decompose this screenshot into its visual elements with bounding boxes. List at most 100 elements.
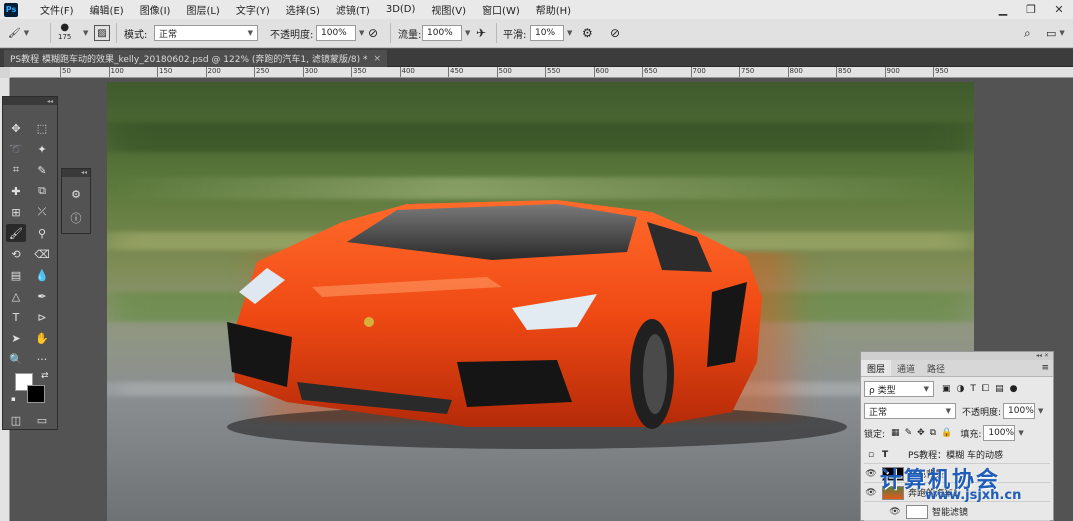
menu-filter[interactable]: 滤镜(T) bbox=[328, 2, 378, 17]
dodge-tool-icon[interactable]: △ bbox=[6, 287, 26, 305]
menu-layer[interactable]: 图层(L) bbox=[178, 2, 227, 17]
lock-transparent-icon[interactable]: ▦ bbox=[891, 428, 900, 438]
filter-toggle-icon[interactable]: ● bbox=[1010, 384, 1018, 394]
menu-type[interactable]: 文字(Y) bbox=[228, 2, 278, 17]
close-tab-icon[interactable]: × bbox=[373, 54, 381, 64]
chevron-down-icon[interactable]: ▼ bbox=[80, 25, 88, 41]
toolbox-header[interactable]: ◂◂ bbox=[3, 97, 57, 105]
minimize-icon[interactable]: ▁ bbox=[989, 0, 1017, 19]
flow-dropdown[interactable]: ▼ bbox=[462, 25, 470, 41]
menu-3d[interactable]: 3D(D) bbox=[378, 4, 424, 15]
brush-tool-preset-icon[interactable]: 🖌 ▼ bbox=[8, 25, 29, 41]
brush-panel-icon[interactable]: ▨ bbox=[94, 25, 110, 41]
eraser-icon[interactable]: ⌫ bbox=[32, 245, 52, 263]
blur-tool-icon[interactable]: 💧 bbox=[32, 266, 52, 284]
pen-tool-icon[interactable]: ✒ bbox=[32, 287, 52, 305]
layer-opacity-dropdown[interactable]: ▼ bbox=[1038, 407, 1043, 415]
move-tool-icon[interactable]: ✥ bbox=[6, 119, 26, 137]
blend-mode-select[interactable]: 正常 ▼ bbox=[864, 403, 956, 419]
opacity-dropdown[interactable]: ▼ bbox=[356, 25, 364, 41]
screen-mode-icon[interactable]: ▭ bbox=[32, 411, 52, 429]
gear-icon[interactable]: ⚙ bbox=[582, 25, 593, 41]
flow-input[interactable]: 100% bbox=[422, 25, 462, 41]
eye-icon[interactable]: 👁 bbox=[888, 507, 902, 517]
menu-image[interactable]: 图像(I) bbox=[132, 2, 179, 17]
layer-opacity-input[interactable]: 100% bbox=[1003, 403, 1036, 419]
dock-header[interactable]: ◂◂ bbox=[62, 169, 90, 177]
lasso-tool-icon[interactable]: ➰ bbox=[6, 140, 26, 158]
smoothing-input[interactable]: 10% bbox=[530, 25, 564, 41]
eye-icon[interactable]: 👁 bbox=[864, 488, 878, 498]
search-icon[interactable]: ⌕ bbox=[1024, 25, 1031, 41]
panel-menu-icon[interactable]: ≡ bbox=[1041, 363, 1049, 373]
flow-value: 100% bbox=[427, 28, 453, 38]
adjustment-filter-icon[interactable]: ◑ bbox=[957, 384, 965, 394]
ruler-tick bbox=[690, 67, 692, 77]
fill-dropdown[interactable]: ▼ bbox=[1018, 429, 1023, 437]
layer-row[interactable]: 👁 智能滤镜 bbox=[864, 503, 1050, 521]
ruler-tick bbox=[836, 67, 837, 77]
visibility-empty[interactable]: ▫ bbox=[864, 450, 878, 460]
eye-icon[interactable]: 👁 bbox=[864, 469, 878, 479]
layers-panel-header[interactable]: ◂◂ ✕ bbox=[861, 352, 1053, 360]
smoothing-dropdown[interactable]: ▼ bbox=[564, 25, 572, 41]
type-filter-icon[interactable]: T bbox=[970, 384, 976, 394]
lock-all-icon[interactable]: 🔒 bbox=[941, 428, 952, 438]
brush-size-picker[interactable]: ● 175 bbox=[58, 22, 71, 42]
workspace-icon[interactable]: ▭ ▼ bbox=[1046, 25, 1065, 41]
smart-object-filter-icon[interactable]: ▤ bbox=[995, 384, 1004, 394]
background-color-swatch[interactable] bbox=[27, 385, 45, 403]
hand-tool-icon[interactable]: ✋ bbox=[32, 329, 52, 347]
ruler-tick bbox=[787, 67, 789, 77]
document-tab[interactable]: PS教程 模糊跑车动的效果_kelly_20180602.psd @ 122% … bbox=[4, 50, 387, 67]
pressure-size-icon[interactable]: ⊘ bbox=[610, 25, 620, 41]
mode-select[interactable]: 正常 ▼ bbox=[154, 25, 258, 41]
lock-artboard-icon[interactable]: ⧉ bbox=[930, 428, 936, 438]
menu-view[interactable]: 视图(V) bbox=[423, 2, 474, 17]
marquee-tool-icon[interactable]: ⬚ bbox=[32, 119, 52, 137]
ruler-origin[interactable] bbox=[0, 67, 10, 78]
pixel-filter-icon[interactable]: ▣ bbox=[942, 384, 951, 394]
stamp-tool-icon[interactable]: ⚲ bbox=[32, 224, 52, 242]
lock-pixels-icon[interactable]: ✎ bbox=[905, 428, 913, 438]
crop-tool-icon[interactable]: ⌗ bbox=[6, 161, 26, 179]
eyedropper-icon[interactable]: ✎ bbox=[32, 161, 52, 179]
quick-mask-icon[interactable]: ◫ bbox=[6, 411, 26, 429]
shape-filter-icon[interactable]: ⧠ bbox=[982, 384, 989, 394]
transform-icon[interactable]: ⤫ bbox=[32, 203, 52, 221]
tab-paths[interactable]: 路径 bbox=[921, 360, 951, 376]
lock-position-icon[interactable]: ✥ bbox=[917, 428, 925, 438]
swap-colors-icon[interactable]: ⇄ bbox=[41, 371, 49, 381]
more-tools-icon[interactable]: ··· bbox=[32, 350, 52, 368]
horizontal-ruler[interactable]: 50 100 150 200 250 300 350 400 450 500 550 600 650 70… bbox=[10, 67, 1073, 78]
path-select-icon[interactable]: ⊳ bbox=[32, 308, 52, 326]
magic-wand-icon[interactable]: ✦ bbox=[32, 140, 52, 158]
patch-tool-icon[interactable]: ⧉ bbox=[32, 182, 52, 200]
zoom-tool-icon[interactable]: 🔍 bbox=[6, 350, 26, 368]
airbrush-icon[interactable]: ✈ bbox=[476, 25, 486, 41]
opacity-input[interactable]: 100% bbox=[316, 25, 356, 41]
type-tool-icon[interactable]: T bbox=[6, 308, 26, 326]
gradient-tool-icon[interactable]: ▤ bbox=[6, 266, 26, 284]
direct-select-icon[interactable]: ➤ bbox=[6, 329, 26, 347]
healing-brush-icon[interactable]: ✚ bbox=[6, 182, 26, 200]
info-icon[interactable]: ⓘ bbox=[66, 209, 86, 227]
document-canvas[interactable] bbox=[107, 82, 974, 521]
tab-layers[interactable]: 图层 bbox=[861, 360, 892, 376]
menu-file[interactable]: 文件(F) bbox=[32, 2, 82, 17]
history-brush-icon[interactable]: ⟲ bbox=[6, 245, 26, 263]
content-aware-icon[interactable]: ⊞ bbox=[6, 203, 26, 221]
pressure-opacity-icon[interactable]: ⊘ bbox=[368, 25, 378, 41]
tab-channels[interactable]: 通道 bbox=[891, 360, 921, 376]
restore-icon[interactable]: ❐ bbox=[1017, 0, 1045, 19]
brush-tool-icon[interactable]: 🖌 bbox=[6, 224, 26, 242]
menu-select[interactable]: 选择(S) bbox=[278, 2, 328, 17]
menu-edit[interactable]: 编辑(E) bbox=[82, 2, 132, 17]
default-colors-icon[interactable]: ▪ bbox=[11, 395, 16, 403]
menu-help[interactable]: 帮助(H) bbox=[528, 2, 579, 17]
close-icon[interactable]: ✕ bbox=[1045, 0, 1073, 19]
menu-window[interactable]: 窗口(W) bbox=[474, 2, 528, 17]
layer-filter-select[interactable]: ρ 类型 ▼ bbox=[864, 381, 934, 397]
fill-input[interactable]: 100% bbox=[983, 425, 1016, 441]
brush-settings-icon[interactable]: ⚙ bbox=[66, 185, 86, 203]
